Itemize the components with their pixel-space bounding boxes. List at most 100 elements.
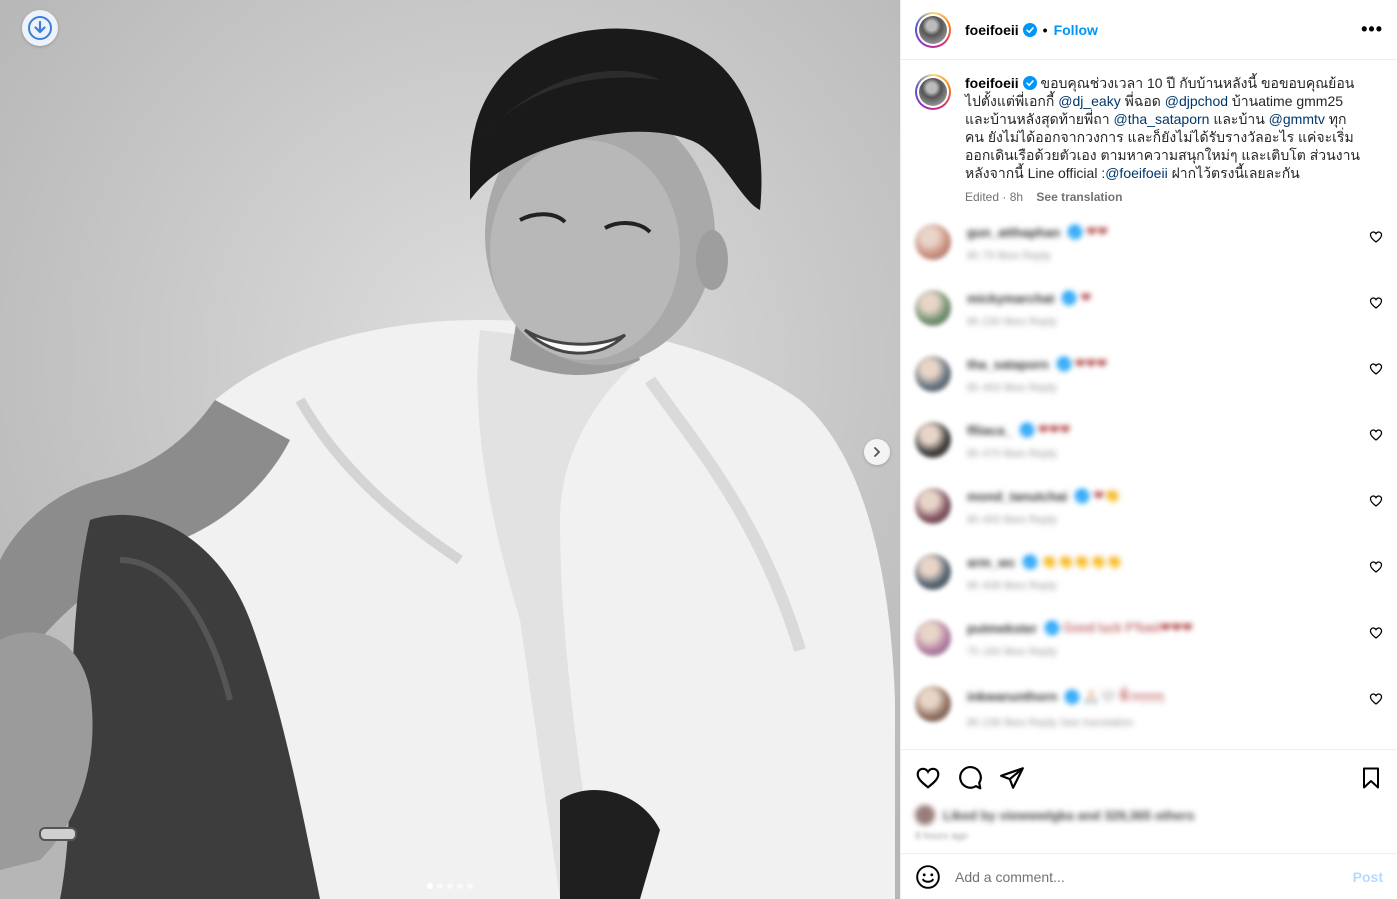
comment-meta: 8h 493 likes Reply: [967, 514, 1057, 526]
comment-text: ❤👏: [1093, 488, 1121, 503]
comment-row: tha_sataporn ❤❤❤ 8h 493 likes Reply: [915, 356, 1383, 422]
emoji-smiley-icon[interactable]: [915, 864, 941, 890]
chevron-right-icon: [874, 447, 881, 457]
comment-row: inkwarunthorn 🙏🏻🤍 ฟิ้วๆๆๆๆ 8h 238 likes Re…: [915, 686, 1383, 749]
post-dialog: foeifoeii • Follow ••• foeifoeii ขอบคุณช…: [0, 0, 1397, 899]
comment-text: Good luck P'foeii❤❤❤: [1063, 620, 1193, 635]
commenter-avatar[interactable]: [915, 290, 951, 326]
comment-meta: 8h 79 likes Reply: [967, 250, 1051, 262]
commenter-username[interactable]: mickymarchat: [967, 291, 1054, 306]
carousel-dot: [437, 883, 443, 889]
edited-time: Edited · 8h: [965, 190, 1024, 204]
caption-username[interactable]: foeifoeii: [965, 75, 1019, 91]
comment-row: mickymarchat ❤ 8h 230 likes Reply: [915, 290, 1383, 356]
comment-meta: 8h 230 likes Reply: [967, 316, 1057, 328]
verified-badge-icon: [1075, 489, 1090, 503]
add-comment-bar: Post: [901, 853, 1397, 899]
see-translation-link[interactable]: See translation: [1036, 190, 1122, 204]
carousel-dot: [467, 883, 473, 889]
mention-link[interactable]: @djpchod: [1165, 93, 1228, 109]
share-paper-plane-icon[interactable]: [999, 765, 1025, 791]
mention-link[interactable]: @tha_sataporn: [1113, 111, 1209, 127]
comment-like-heart-icon[interactable]: [1369, 626, 1383, 640]
comment-bubble-icon[interactable]: [957, 765, 983, 791]
comment-like-heart-icon[interactable]: [1369, 560, 1383, 574]
carousel-dot: [427, 883, 433, 889]
post-time-ago: 9 hours ago: [915, 831, 968, 842]
likes-count-text[interactable]: Liked by viewwwlgka and 329,365 others: [943, 808, 1194, 823]
comment-like-heart-icon[interactable]: [1369, 692, 1383, 706]
caption-segment: และบ้าน: [1209, 111, 1269, 127]
author-username[interactable]: foeifoeii: [965, 22, 1019, 38]
verified-badge-icon: [1022, 76, 1037, 90]
commenter-username[interactable]: putmekster: [967, 621, 1037, 636]
verified-badge-icon: [1065, 689, 1080, 704]
verified-badge-icon: [1062, 291, 1077, 305]
mention-link[interactable]: @gmmtv: [1269, 111, 1325, 127]
commenter-username[interactable]: inkwarunthorn: [967, 689, 1057, 704]
more-options-icon[interactable]: •••: [1361, 19, 1383, 40]
comment-like-heart-icon[interactable]: [1369, 494, 1383, 508]
comment-like-heart-icon[interactable]: [1369, 428, 1383, 442]
carousel-dot: [457, 883, 463, 889]
commenter-username[interactable]: arm_wc: [967, 555, 1015, 570]
commenter-avatar[interactable]: [915, 488, 951, 524]
comment-row: arm_wc 👏👏👏👏👏 8h 408 likes Reply: [915, 554, 1383, 620]
comment-meta: 8h 470 likes Reply: [967, 448, 1057, 460]
comment-like-heart-icon[interactable]: [1369, 296, 1383, 310]
carousel-indicator: [0, 883, 900, 889]
next-slide-button[interactable]: [864, 439, 890, 465]
add-comment-input[interactable]: [955, 868, 1353, 885]
comment-text: ❤: [1080, 290, 1092, 305]
post-comment-button[interactable]: Post: [1353, 869, 1383, 885]
commenter-username[interactable]: ffiiaca_: [967, 423, 1012, 438]
commenter-avatar[interactable]: [915, 620, 951, 656]
comment-meta: 7h 184 likes Reply: [967, 646, 1057, 658]
liker-avatar: [915, 805, 935, 825]
commenter-avatar[interactable]: [915, 422, 951, 458]
download-button[interactable]: [22, 10, 58, 46]
commenter-username[interactable]: gun_atthaphan: [967, 225, 1060, 240]
commenter-username[interactable]: mond_tanutchai: [967, 489, 1067, 504]
comments-scroll-area[interactable]: foeifoeii ขอบคุณช่วงเวลา 10 ปี กับบ้านหล…: [901, 60, 1397, 749]
caption-author-avatar[interactable]: [915, 74, 951, 110]
mention-link[interactable]: @foeifoeii: [1105, 165, 1167, 181]
post-caption: foeifoeii ขอบคุณช่วงเวลา 10 ปี กับบ้านหล…: [915, 74, 1383, 204]
caption-segment: พี่ฉอด: [1120, 93, 1165, 109]
comment-like-heart-icon[interactable]: [1369, 362, 1383, 376]
comment-row: putmekster Good luck P'foeii❤❤❤ 7h 184 lik…: [915, 620, 1383, 686]
caption-meta: Edited · 8h See translation: [965, 190, 1365, 204]
commenter-avatar[interactable]: [915, 686, 951, 722]
follow-button[interactable]: Follow: [1054, 22, 1098, 38]
comment-meta: 8h 408 likes Reply: [967, 580, 1057, 592]
verified-badge-icon: [1045, 621, 1060, 635]
separator-dot: •: [1042, 21, 1048, 38]
download-arrow-icon: [28, 16, 52, 40]
caption-segment: ฝากไว้ตรงนี้เลยละกัน: [1167, 165, 1300, 181]
comment-text: 🙏🏻🤍 ฟิ้วๆๆๆๆ: [1083, 689, 1164, 704]
post-photo: [0, 0, 900, 899]
comment-text: ❤❤: [1086, 224, 1108, 239]
commenter-username[interactable]: tha_sataporn: [967, 357, 1049, 372]
comment-row: gun_atthaphan ❤❤ 8h 79 likes Reply: [915, 224, 1383, 290]
mention-link[interactable]: @dj_eaky: [1058, 93, 1120, 109]
like-heart-icon[interactable]: [915, 765, 941, 791]
post-media: [0, 0, 900, 899]
verified-badge-icon: [1019, 423, 1034, 437]
commenter-avatar[interactable]: [915, 554, 951, 590]
likes-section: Liked by viewwwlgka and 329,365 others 9…: [901, 805, 1397, 853]
commenter-avatar[interactable]: [915, 356, 951, 392]
verified-badge-icon: [1023, 555, 1038, 569]
carousel-dot: [447, 883, 453, 889]
comment-text: ❤❤❤: [1037, 422, 1071, 437]
post-header: foeifoeii • Follow •••: [901, 0, 1397, 60]
save-bookmark-icon[interactable]: [1359, 765, 1383, 791]
action-bar: [901, 749, 1397, 805]
commenter-avatar[interactable]: [915, 224, 951, 260]
author-avatar[interactable]: [915, 11, 951, 48]
caption-text: foeifoeii ขอบคุณช่วงเวลา 10 ปี กับบ้านหล…: [965, 74, 1365, 182]
post-side-panel: foeifoeii • Follow ••• foeifoeii ขอบคุณช…: [900, 0, 1397, 899]
comment-like-heart-icon[interactable]: [1369, 230, 1383, 244]
comment-row: ffiiaca_ ❤❤❤ 8h 470 likes Reply: [915, 422, 1383, 488]
verified-badge-icon: [1056, 357, 1071, 371]
